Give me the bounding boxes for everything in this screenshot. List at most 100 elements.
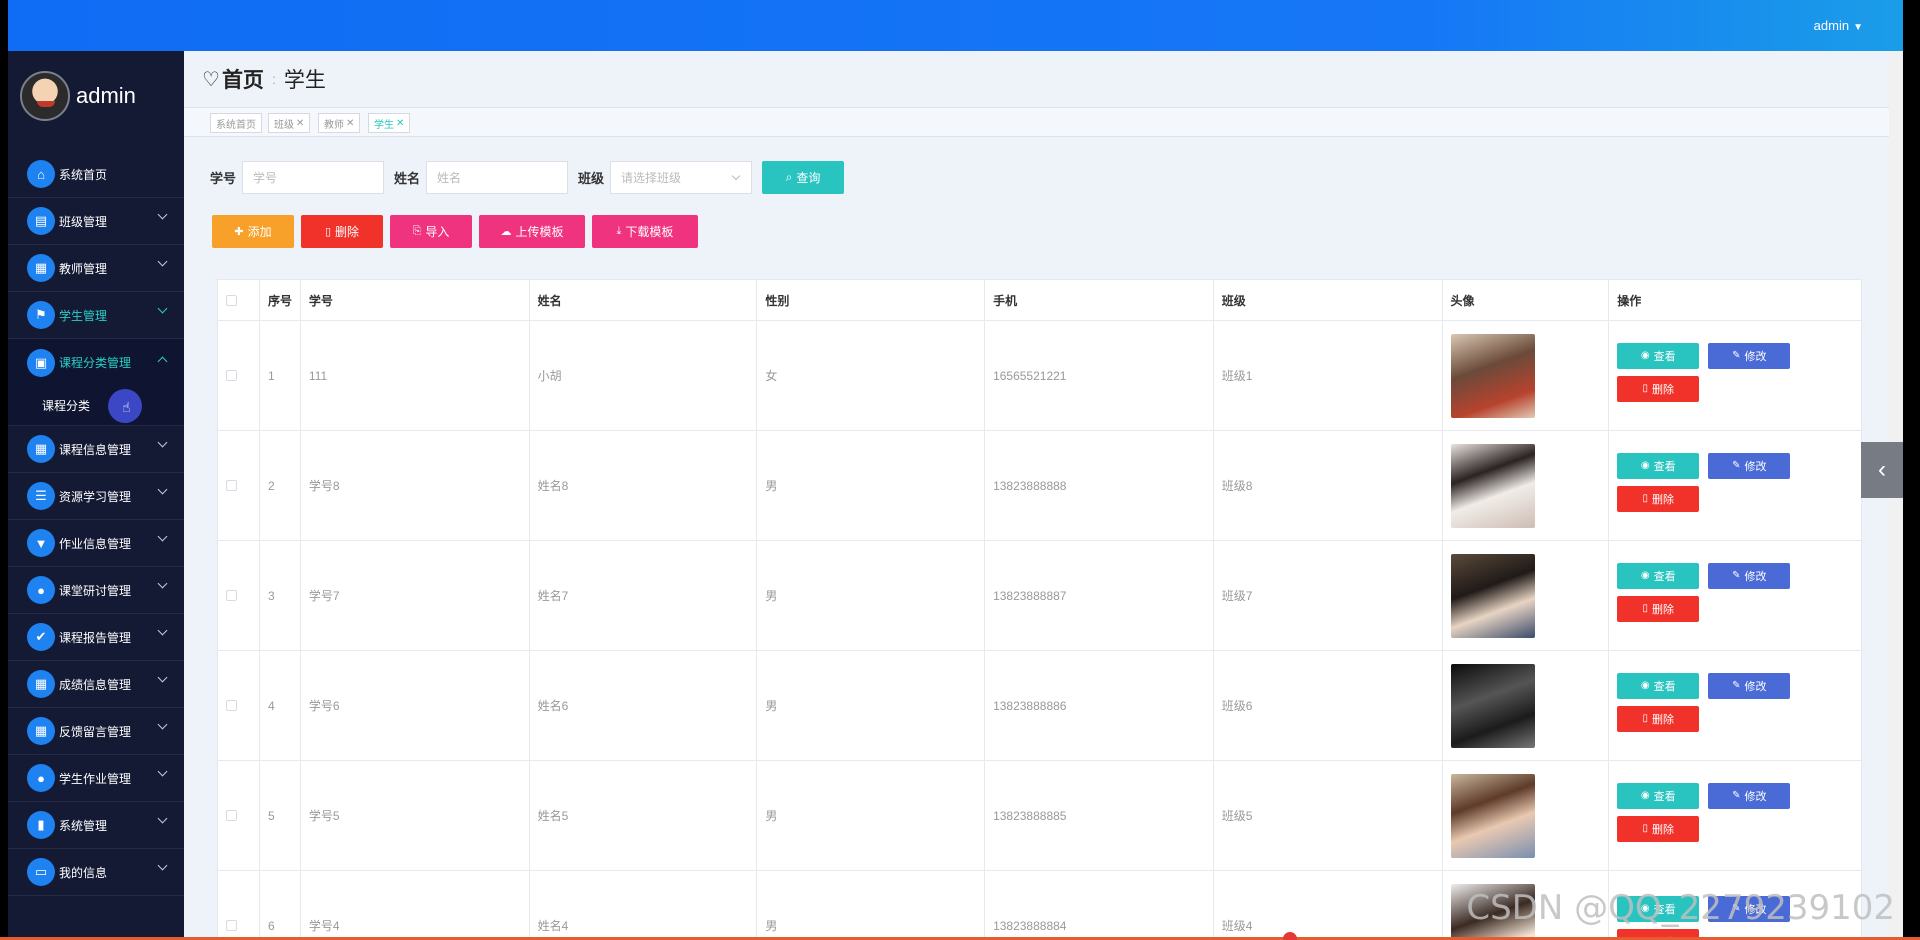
name-cell: 姓名6 bbox=[530, 651, 758, 760]
sidebar-item-my-info[interactable]: ▭ 我的信息 bbox=[8, 849, 184, 896]
tab-label: 系统首页 bbox=[216, 119, 256, 131]
tags-view: 系统首页 班级 ✕ 教师 ✕ 学生 ✕ bbox=[184, 107, 1903, 137]
mouse-cursor-icon bbox=[108, 389, 142, 423]
sidebar-item-label: 班级管理 bbox=[59, 214, 108, 229]
eye-icon: ◉ bbox=[1640, 680, 1650, 691]
sidebar-item-discussion[interactable]: ● 课堂研讨管理 bbox=[8, 567, 184, 614]
select-all-checkbox[interactable] bbox=[226, 294, 237, 306]
chevron-down-icon bbox=[157, 531, 168, 542]
close-icon[interactable]: ✕ bbox=[396, 118, 404, 129]
sidebar-item-label: 学生管理 bbox=[59, 308, 108, 323]
sidebar-item-teacher[interactable]: ▦ 教师管理 bbox=[8, 245, 184, 292]
column-header: 序号 bbox=[260, 280, 301, 320]
sidebar-item-student-homework[interactable]: ● 学生作业管理 bbox=[8, 755, 184, 802]
row-delete-button[interactable]: ▯删除 bbox=[1617, 815, 1700, 842]
row-checkbox[interactable] bbox=[226, 590, 237, 601]
column-header: 手机 bbox=[985, 280, 1214, 320]
trash-icon: ▯ bbox=[1642, 823, 1649, 834]
id-card-icon: ▭ bbox=[27, 858, 55, 886]
row-checkbox[interactable] bbox=[226, 810, 237, 821]
delete-button[interactable]: ▯ 删除 bbox=[301, 215, 383, 248]
edit-button[interactable]: ✎ 修改 bbox=[1708, 452, 1791, 479]
sidebar-item-label: 课程报告管理 bbox=[59, 630, 132, 645]
student-photo[interactable] bbox=[1450, 443, 1535, 528]
close-icon[interactable]: ✕ bbox=[296, 118, 304, 129]
pencil-icon: ✎ bbox=[1732, 460, 1741, 471]
student-photo[interactable] bbox=[1450, 333, 1535, 418]
student-photo[interactable] bbox=[1450, 663, 1535, 748]
user-menu[interactable]: admin ▼ bbox=[1814, 18, 1863, 33]
column-header: 性别 bbox=[757, 280, 986, 320]
chevron-up-icon bbox=[157, 356, 168, 367]
row-delete-button[interactable]: ▯删除 bbox=[1617, 705, 1700, 732]
name-cell: 姓名7 bbox=[530, 541, 758, 650]
view-button[interactable]: ◉ 查看 bbox=[1617, 782, 1700, 809]
sidebar-item-home[interactable]: ⌂ 系统首页 bbox=[8, 151, 184, 198]
upload-template-button[interactable]: ☁ 上传模板 bbox=[479, 215, 585, 248]
import-icon: ⎘ bbox=[412, 225, 422, 237]
import-button[interactable]: ⎘ 导入 bbox=[390, 215, 472, 248]
sidebar-item-course-category[interactable]: ▣ 课程分类管理 bbox=[8, 339, 184, 386]
edit-button[interactable]: ✎ 修改 bbox=[1708, 782, 1791, 809]
import-button-label: 导入 bbox=[425, 225, 450, 239]
view-button[interactable]: ◉ 查看 bbox=[1617, 452, 1700, 479]
tab-home[interactable]: 系统首页 bbox=[210, 113, 262, 133]
sidebar-item-class[interactable]: ▤ 班级管理 bbox=[8, 198, 184, 245]
sidebar-item-feedback[interactable]: ▦ 反馈留言管理 bbox=[8, 708, 184, 755]
operations-cell: ◉查看 ✎修改 ▯删除 bbox=[1609, 761, 1861, 870]
sidebar-item-system[interactable]: ▮ 系统管理 bbox=[8, 802, 184, 849]
chevron-down-icon bbox=[157, 766, 168, 777]
download-icon: ⤓ bbox=[616, 225, 622, 237]
edit-button[interactable]: ✎ 修改 bbox=[1708, 562, 1791, 589]
row-delete-button[interactable]: ▯删除 bbox=[1617, 485, 1700, 512]
breadcrumb-separator: : bbox=[271, 71, 276, 87]
student-id-input[interactable]: 学号 bbox=[242, 161, 385, 194]
sidebar-item-student[interactable]: ⚑ 学生管理 bbox=[8, 292, 184, 339]
select-cell bbox=[218, 431, 260, 540]
student-photo[interactable] bbox=[1450, 553, 1535, 638]
chevron-down-icon bbox=[157, 484, 168, 495]
edit-button-label: 修改 bbox=[1744, 680, 1767, 693]
add-button[interactable]: ✚ 添加 bbox=[212, 215, 294, 248]
student-photo[interactable] bbox=[1450, 773, 1535, 858]
download-template-button[interactable]: ⤓ 下载模板 bbox=[592, 215, 698, 248]
view-button[interactable]: ◉ 查看 bbox=[1617, 342, 1700, 369]
breadcrumb-home[interactable]: 首页 bbox=[222, 64, 264, 94]
search-button[interactable]: ⌕ 查询 bbox=[762, 161, 845, 194]
row-number: 3 bbox=[260, 541, 301, 650]
sidebar-item-grades[interactable]: ▦ 成绩信息管理 bbox=[8, 661, 184, 708]
sidebar-item-resources[interactable]: ☰ 资源学习管理 bbox=[8, 473, 184, 520]
sidebar-subitem-course-category[interactable]: 课程分类 bbox=[8, 386, 184, 426]
collapse-panel-button[interactable]: ‹ bbox=[1861, 442, 1903, 498]
sidebar-item-homework-info[interactable]: ▼ 作业信息管理 bbox=[8, 520, 184, 567]
main-content: ♡ 首页 : 学生 系统首页 班级 ✕ 教师 ✕ 学生 ✕ 学号 学号 姓名 姓名 班… bbox=[184, 51, 1903, 940]
close-icon[interactable]: ✕ bbox=[346, 118, 354, 129]
plus-icon: ✚ bbox=[234, 226, 244, 238]
view-button[interactable]: ◉ 查看 bbox=[1617, 562, 1700, 589]
name-input[interactable]: 姓名 bbox=[426, 161, 569, 194]
sidebar-item-report[interactable]: ✔ 课程报告管理 bbox=[8, 614, 184, 661]
sidebar-item-label: 资源学习管理 bbox=[59, 489, 132, 504]
tab-class[interactable]: 班级 ✕ bbox=[268, 113, 311, 133]
edit-button[interactable]: ✎ 修改 bbox=[1708, 672, 1791, 699]
tab-teacher[interactable]: 教师 ✕ bbox=[318, 113, 361, 133]
column-header: 操作 bbox=[1617, 293, 1642, 308]
name-cell: 姓名5 bbox=[530, 761, 758, 870]
row-delete-button[interactable]: ▯删除 bbox=[1617, 375, 1700, 402]
row-delete-button[interactable]: ▯删除 bbox=[1617, 595, 1700, 622]
row-checkbox[interactable] bbox=[226, 700, 237, 711]
row-checkbox[interactable] bbox=[226, 920, 237, 931]
sidebar-item-label: 教师管理 bbox=[59, 261, 108, 276]
tab-student[interactable]: 学生 ✕ bbox=[368, 113, 411, 133]
brand-name: admin bbox=[76, 83, 136, 108]
view-button[interactable]: ◉ 查看 bbox=[1617, 672, 1700, 699]
row-checkbox[interactable] bbox=[226, 480, 237, 491]
row-checkbox[interactable] bbox=[226, 370, 237, 381]
avatar-cell bbox=[1443, 431, 1610, 540]
row-number: 4 bbox=[260, 651, 301, 760]
sidebar-item-course-info[interactable]: ▦ 课程信息管理 bbox=[8, 426, 184, 473]
chevron-down-icon bbox=[157, 437, 168, 448]
class-select[interactable]: 请选择班级 bbox=[610, 161, 753, 194]
edit-button[interactable]: ✎ 修改 bbox=[1708, 342, 1791, 369]
clipboard-icon: ✔ bbox=[27, 623, 55, 651]
